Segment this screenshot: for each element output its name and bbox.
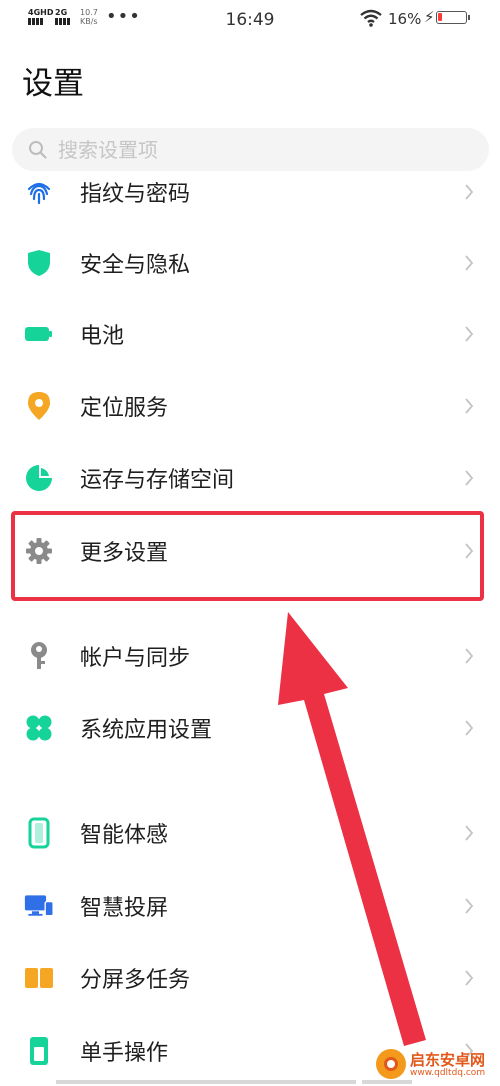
chevron-right-icon xyxy=(465,255,474,271)
settings-item-label: 电池 xyxy=(80,324,125,349)
settings-item-system-apps[interactable]: 系统应用设置 xyxy=(0,693,500,763)
settings-item-memory-storage[interactable]: 运存与存储空间 xyxy=(0,443,500,513)
chevron-right-icon xyxy=(465,470,474,486)
settings-item-accounts-sync[interactable]: 帐户与同步 xyxy=(0,621,500,691)
settings-item-label: 指纹与密码 xyxy=(80,182,191,207)
phone-motion-icon xyxy=(24,817,54,849)
shield-icon xyxy=(24,248,54,278)
settings-item-battery[interactable]: 电池 xyxy=(0,299,500,369)
chevron-right-icon xyxy=(465,543,474,559)
chevron-right-icon xyxy=(465,898,474,914)
battery-icon xyxy=(24,319,54,349)
settings-item-label: 运存与存储空间 xyxy=(80,468,235,493)
settings-item-label: 智能体感 xyxy=(80,823,169,848)
settings-item-label: 安全与隐私 xyxy=(80,253,191,278)
settings-item-label: 单手操作 xyxy=(80,1041,169,1066)
battery-icon xyxy=(436,11,470,24)
settings-item-location[interactable]: 定位服务 xyxy=(0,371,500,441)
chevron-right-icon xyxy=(465,970,474,986)
chevron-right-icon xyxy=(465,825,474,841)
key-icon xyxy=(24,641,54,671)
clover-icon xyxy=(24,713,54,743)
chevron-right-icon xyxy=(465,398,474,414)
settings-item-label: 定位服务 xyxy=(80,396,169,421)
settings-item-smart-motion[interactable]: 智能体感 xyxy=(0,798,500,868)
settings-item-label: 帐户与同步 xyxy=(80,646,191,671)
watermark-logo-icon xyxy=(376,1049,406,1079)
settings-item-label: 系统应用设置 xyxy=(80,718,213,743)
chevron-right-icon xyxy=(465,720,474,736)
wifi-icon xyxy=(360,9,382,31)
gear-icon xyxy=(24,536,54,566)
watermark-url: www.qdltdq.com xyxy=(410,1068,486,1078)
split-screen-icon xyxy=(24,963,54,993)
settings-item-label: 智慧投屏 xyxy=(80,896,169,921)
settings-item-label: 分屏多任务 xyxy=(80,968,191,993)
charging-icon: ⚡ xyxy=(424,8,435,26)
chevron-right-icon xyxy=(465,326,474,342)
watermark-title: 启东安卓网 xyxy=(410,1051,486,1069)
settings-item-security-privacy[interactable]: 安全与隐私 xyxy=(0,228,500,298)
bottom-edge-bar xyxy=(56,1080,356,1084)
one-hand-icon xyxy=(24,1036,54,1066)
location-pin-icon xyxy=(24,391,54,421)
pie-chart-icon xyxy=(24,463,54,493)
page-title: 设置 xyxy=(22,66,84,102)
settings-item-more-settings[interactable]: 更多设置 xyxy=(0,516,500,586)
status-bar: 4GHD 2G 10.7 KB/s ••• 16:49 16% ⚡ xyxy=(0,0,500,40)
fingerprint-icon xyxy=(24,177,54,207)
settings-item-label: 更多设置 xyxy=(80,541,169,566)
settings-item-split-screen[interactable]: 分屏多任务 xyxy=(0,943,500,1013)
settings-item-screen-cast[interactable]: 智慧投屏 xyxy=(0,871,500,941)
battery-percent: 16% xyxy=(388,10,422,28)
battery-level xyxy=(438,13,442,21)
screen-cast-icon xyxy=(24,891,54,921)
chevron-right-icon xyxy=(465,648,474,664)
settings-item-fingerprint-password[interactable]: 指纹与密码 xyxy=(0,157,500,227)
watermark: 启东安卓网 www.qdltdq.com xyxy=(376,1046,500,1084)
chevron-right-icon xyxy=(465,184,474,200)
